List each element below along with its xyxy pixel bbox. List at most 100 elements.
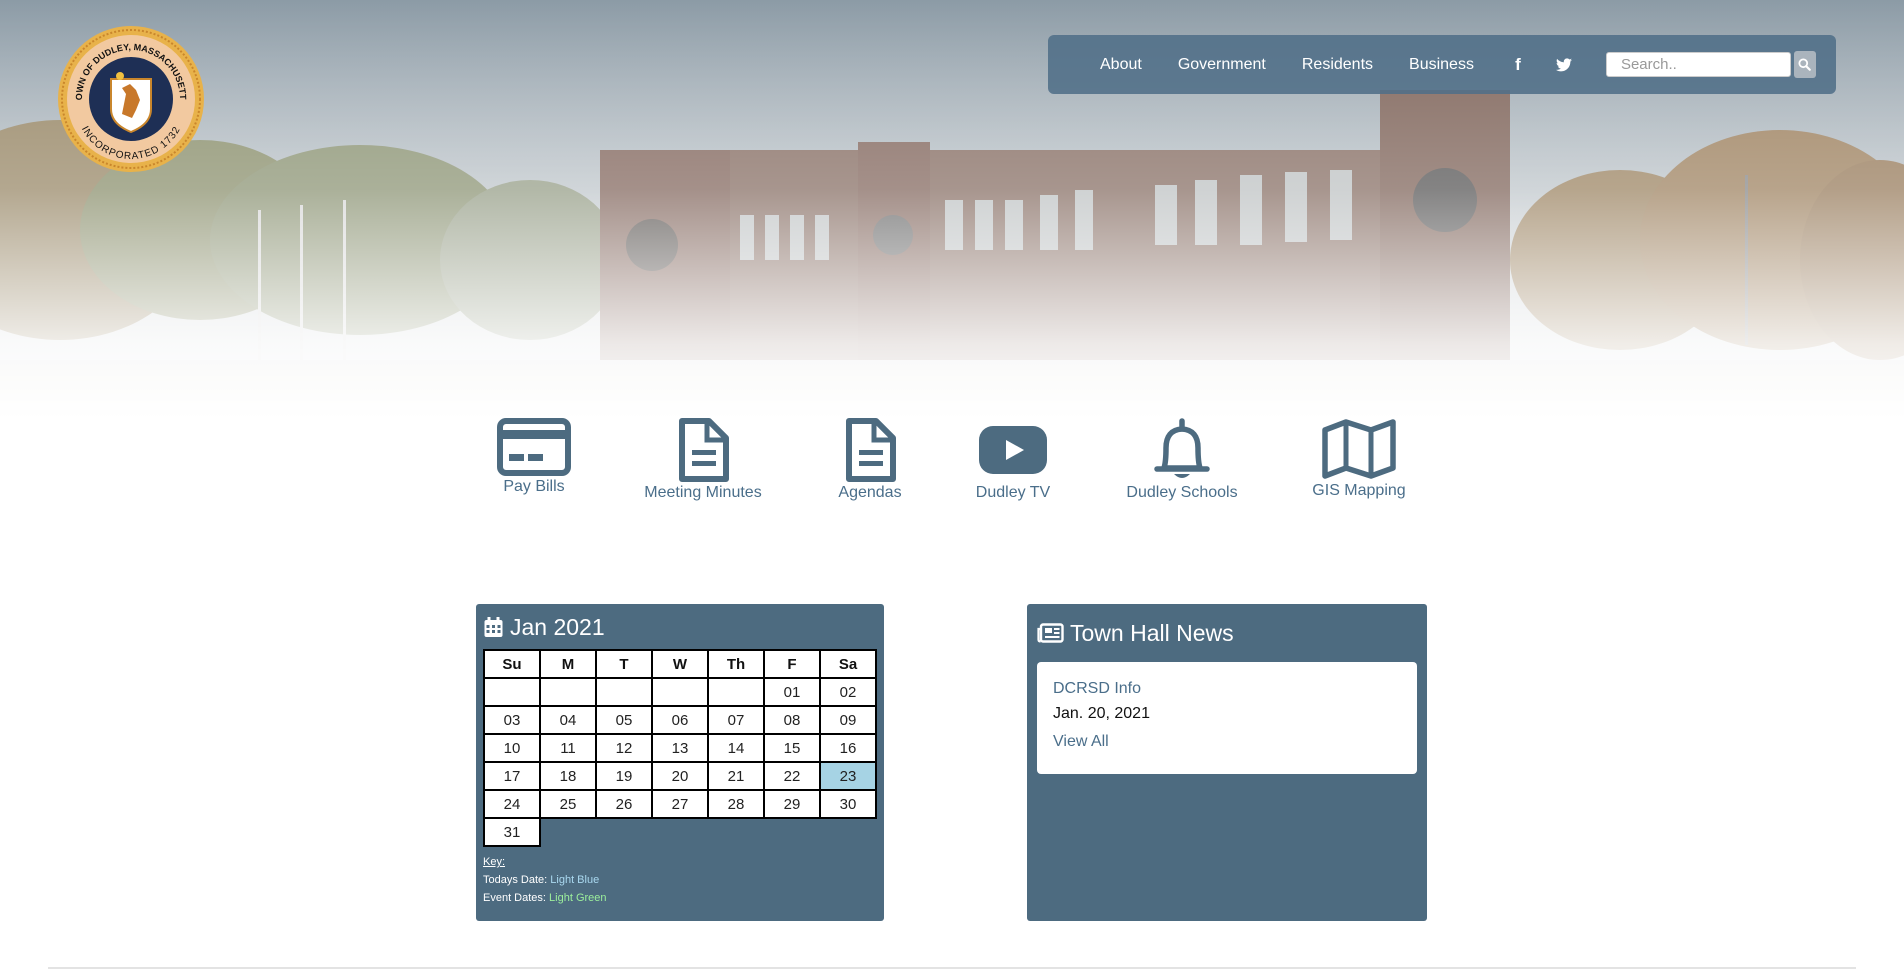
facebook-icon[interactable]: f: [1510, 55, 1526, 74]
nav-business[interactable]: Business: [1409, 56, 1474, 74]
calendar-header: Jan 2021: [483, 610, 877, 644]
calendar-day[interactable]: 13: [651, 733, 709, 763]
calendar-day[interactable]: 10: [483, 733, 541, 763]
quick-link-label: Meeting Minutes: [644, 484, 762, 501]
quick-link-pay-bills[interactable]: Pay Bills: [488, 418, 580, 496]
calendar-key: Key: Todays Date: Light Blue Event Dates…: [483, 853, 877, 907]
calendar-day[interactable]: 05: [595, 705, 653, 735]
calendar-filler: [596, 818, 652, 846]
calendar-day[interactable]: 15: [763, 733, 821, 763]
calendar-icon: [484, 617, 503, 637]
quick-link-label: Agendas: [838, 484, 902, 501]
calendar-day[interactable]: 25: [539, 789, 597, 819]
weekday-header: T: [595, 649, 653, 679]
main-navigation: About Government Residents Business f: [1048, 35, 1836, 94]
calendar-day[interactable]: 09: [819, 705, 877, 735]
calendar-day[interactable]: 06: [651, 705, 709, 735]
news-title: Town Hall News: [1070, 619, 1234, 646]
search-input[interactable]: [1605, 52, 1791, 77]
calendar-empty-cell: [539, 677, 597, 707]
weekday-header: F: [763, 649, 821, 679]
calendar-day[interactable]: 12: [595, 733, 653, 763]
calendar-filler: [540, 818, 596, 846]
calendar-day[interactable]: 18: [539, 761, 597, 791]
weekday-header: M: [539, 649, 597, 679]
calendar-empty-cell: [595, 677, 653, 707]
quick-link-label: Pay Bills: [503, 478, 565, 495]
calendar-day[interactable]: 24: [483, 789, 541, 819]
calendar-day[interactable]: 14: [707, 733, 765, 763]
calendar-week-row: 24 25 26 27 28 29 30: [483, 789, 877, 819]
calendar-day[interactable]: 30: [819, 789, 877, 819]
search-icon: [1798, 58, 1812, 71]
calendar-filler: [820, 818, 876, 846]
seal-icon: TOWN OF DUDLEY, MASSACHUSETTS INCORPORAT…: [53, 16, 204, 172]
town-hall-news-panel: Town Hall News DCRSD Info Jan. 20, 2021 …: [1027, 604, 1427, 921]
news-item-date: Jan. 20, 2021: [1053, 705, 1150, 722]
key-today-label: Todays Date:: [483, 874, 548, 886]
weekday-header: Sa: [819, 649, 877, 679]
key-title: Key:: [483, 856, 506, 868]
calendar-empty-cell: [707, 677, 765, 707]
twitter-icon[interactable]: [1555, 56, 1572, 74]
search-button[interactable]: [1793, 51, 1816, 78]
news-header: Town Hall News: [1037, 614, 1417, 652]
quick-link-label: Dudley TV: [975, 484, 1051, 501]
calendar-day[interactable]: 27: [651, 789, 709, 819]
calendar-day[interactable]: 21: [707, 761, 765, 791]
quick-link-agendas[interactable]: Agendas: [829, 418, 911, 502]
calendar-week-row: 01 02: [483, 677, 877, 707]
key-event-value: Light Green: [549, 892, 607, 904]
calendar-day[interactable]: 02: [819, 677, 877, 707]
calendar-week-row: 10 11 12 13 14 15 16: [483, 733, 877, 763]
news-card: DCRSD Info Jan. 20, 2021 View All: [1037, 662, 1417, 774]
calendar-day[interactable]: 19: [595, 761, 653, 791]
calendar-filler: [764, 818, 820, 846]
calendar-day[interactable]: 11: [539, 733, 597, 763]
quick-link-dudley-schools[interactable]: Dudley Schools: [1122, 418, 1242, 502]
calendar-day[interactable]: 31: [483, 817, 541, 847]
bell-icon: [1154, 418, 1210, 478]
youtube-play-icon: [979, 426, 1047, 474]
key-event-label: Event Dates:: [483, 892, 546, 904]
calendar-day[interactable]: 04: [539, 705, 597, 735]
weekday-header: Th: [707, 649, 765, 679]
calendar-day[interactable]: 16: [819, 733, 877, 763]
calendar-day[interactable]: 07: [707, 705, 765, 735]
map-icon: [1322, 419, 1396, 479]
quick-link-meeting-minutes[interactable]: Meeting Minutes: [640, 418, 766, 502]
calendar-title: Jan 2021: [510, 613, 605, 640]
calendar-panel: Jan 2021 Su M T W Th F Sa 01 02 03 04 05 06 07 08 09 10…: [476, 604, 884, 921]
calendar-filler: [652, 818, 708, 846]
weekday-header: Su: [483, 649, 541, 679]
calendar-week-row: 03 04 05 06 07 08 09: [483, 705, 877, 735]
calendar-day[interactable]: 17: [483, 761, 541, 791]
news-item-link[interactable]: DCRSD Info: [1053, 680, 1401, 698]
calendar-day[interactable]: 28: [707, 789, 765, 819]
town-seal-logo[interactable]: TOWN OF DUDLEY, MASSACHUSETTS INCORPORAT…: [53, 16, 206, 174]
view-all-link[interactable]: View All: [1053, 733, 1401, 751]
calendar-day[interactable]: 08: [763, 705, 821, 735]
nav-about[interactable]: About: [1100, 56, 1142, 74]
quick-link-dudley-tv[interactable]: Dudley TV: [972, 418, 1054, 502]
credit-card-icon: [497, 418, 571, 476]
calendar-filler: [708, 818, 764, 846]
calendar-grid: Su M T W Th F Sa 01 02 03 04 05 06 07 08 09 10 11 12 13 14 1…: [483, 649, 877, 847]
quick-link-label: GIS Mapping: [1312, 482, 1406, 499]
calendar-day[interactable]: 26: [595, 789, 653, 819]
quick-links: Pay Bills Meeting Minutes Agendas Dudley…: [0, 418, 1904, 508]
calendar-day[interactable]: 03: [483, 705, 541, 735]
newspaper-icon: [1037, 623, 1064, 643]
nav-residents[interactable]: Residents: [1302, 56, 1373, 74]
calendar-empty-cell: [651, 677, 709, 707]
nav-government[interactable]: Government: [1178, 56, 1266, 74]
quick-link-label: Dudley Schools: [1126, 484, 1238, 501]
calendar-day[interactable]: 22: [763, 761, 821, 791]
calendar-day[interactable]: 01: [763, 677, 821, 707]
calendar-day[interactable]: 20: [651, 761, 709, 791]
calendar-day-today[interactable]: 23: [819, 761, 877, 791]
quick-link-gis-mapping[interactable]: GIS Mapping: [1310, 418, 1408, 500]
calendar-week-row: 17 18 19 20 21 22 23: [483, 761, 877, 791]
weekday-header: W: [651, 649, 709, 679]
calendar-day[interactable]: 29: [763, 789, 821, 819]
